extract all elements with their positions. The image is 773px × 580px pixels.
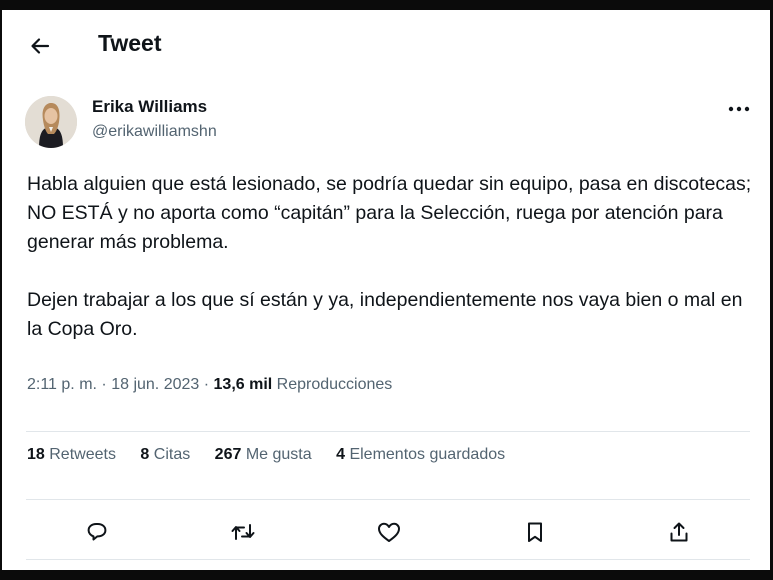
likes-count: 267 — [214, 446, 242, 463]
bookmark-icon — [528, 522, 542, 542]
tweet-card: Tweet Erika Williams @erikawilliamshn Ha… — [2, 10, 770, 570]
retweets-stat[interactable]: 18 Retweets — [27, 446, 116, 464]
divider — [26, 559, 750, 560]
share-button[interactable] — [664, 518, 694, 546]
tweet-time[interactable]: 2:11 p. m. — [27, 376, 97, 393]
more-horizontal-icon — [728, 106, 750, 112]
bookmarks-count: 4 — [336, 446, 345, 463]
retweet-icon — [231, 524, 255, 540]
tweet-meta: 2:11 p. m. · 18 jun. 2023 · 13,6 mil Rep… — [27, 376, 392, 394]
page-title: Tweet — [98, 30, 162, 56]
bookmark-button[interactable] — [520, 518, 550, 546]
arrow-left-icon — [31, 38, 50, 54]
more-options-button[interactable] — [724, 98, 754, 120]
back-button[interactable] — [26, 32, 54, 60]
bookmarks-stat[interactable]: 4 Elementos guardados — [336, 446, 505, 464]
likes-label: Me gusta — [245, 446, 312, 463]
avatar[interactable] — [25, 96, 77, 148]
quotes-label: Citas — [153, 446, 191, 463]
retweets-count: 18 — [27, 446, 45, 463]
reply-icon — [87, 523, 107, 541]
avatar-image — [25, 96, 77, 148]
quotes-count: 8 — [140, 446, 150, 463]
retweet-button[interactable] — [228, 518, 258, 546]
views-count: 13,6 mil — [213, 376, 273, 393]
like-button[interactable] — [374, 518, 404, 546]
tweet-paragraph: Dejen trabajar a los que sí están y ya, … — [27, 289, 743, 340]
heart-icon — [378, 522, 400, 542]
quotes-stat[interactable]: 8 Citas — [140, 446, 190, 464]
retweets-label: Retweets — [49, 446, 116, 463]
tweet-paragraph: Habla alguien que está lesionado, se pod… — [27, 173, 752, 253]
divider — [26, 431, 750, 432]
meta-separator: · — [101, 376, 107, 393]
views-label: Reproducciones — [276, 376, 393, 393]
divider — [26, 499, 750, 500]
share-icon — [670, 522, 688, 542]
tweet-stats: 18 Retweets 8 Citas 267 Me gusta 4 Eleme… — [27, 446, 525, 464]
meta-separator: · — [203, 376, 210, 393]
likes-stat[interactable]: 267 Me gusta — [215, 446, 312, 464]
bookmarks-label: Elementos guardados — [349, 446, 506, 463]
reply-button[interactable] — [82, 518, 112, 546]
author-name[interactable]: Erika Williams — [92, 97, 207, 117]
tweet-text: Habla alguien que está lesionado, se pod… — [27, 170, 762, 344]
tweet-header: Tweet — [2, 10, 770, 80]
tweet-date[interactable]: 18 jun. 2023 — [111, 376, 199, 393]
author-handle[interactable]: @erikawilliamshn — [92, 123, 217, 141]
